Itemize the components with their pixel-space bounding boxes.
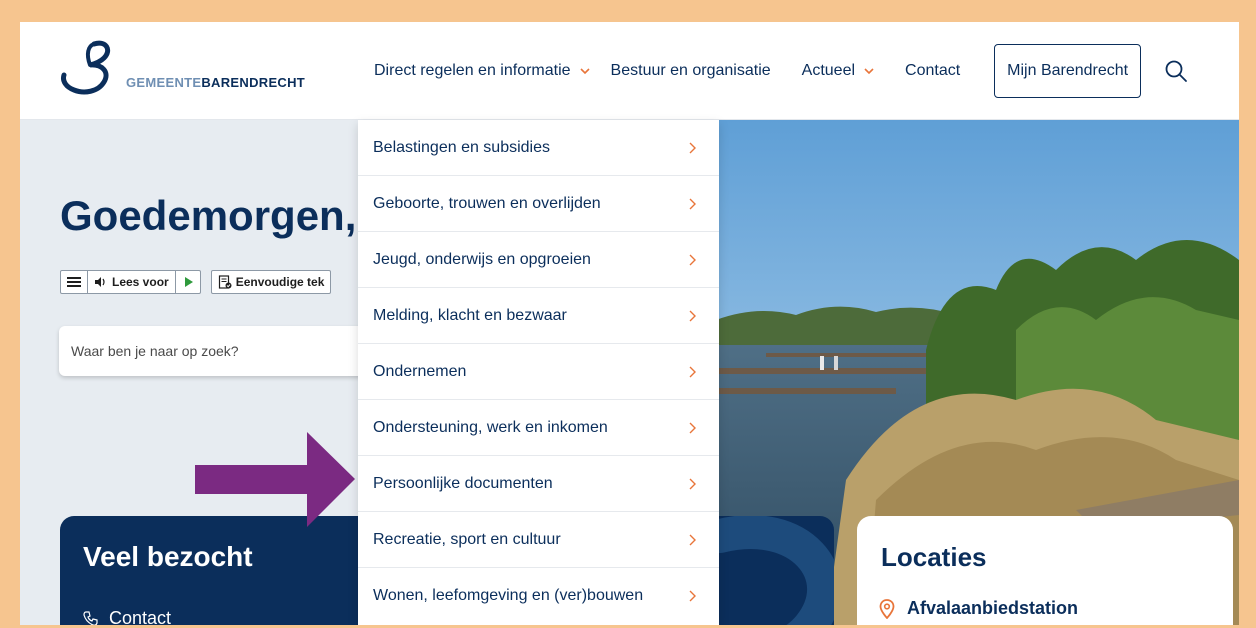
nav-bestuur-label: Bestuur en organisatie bbox=[610, 62, 771, 79]
chevron-right-icon bbox=[689, 590, 696, 602]
browser-viewport: GEMEENTEBARENDRECHT Direct regelen en in… bbox=[20, 22, 1239, 625]
chevron-right-icon bbox=[689, 310, 696, 322]
site-logo[interactable]: GEMEENTEBARENDRECHT bbox=[60, 40, 305, 100]
nav-direct-regelen[interactable]: Direct regelen en informatie bbox=[374, 62, 591, 80]
chevron-right-icon bbox=[689, 142, 696, 154]
mijn-barendrecht-button[interactable]: Mijn Barendrecht bbox=[994, 44, 1142, 98]
dropdown-item-label: Geboorte, trouwen en overlijden bbox=[373, 194, 601, 212]
readspeaker-simple-text-group: Eenvoudige tek bbox=[210, 270, 332, 294]
dropdown-item-geboorte[interactable]: Geboorte, trouwen en overlijden bbox=[358, 176, 719, 232]
simple-text-button[interactable]: Eenvoudige tek bbox=[212, 271, 331, 293]
direct-regelen-dropdown: Belastingen en subsidies Geboorte, trouw… bbox=[358, 120, 719, 625]
simple-text-label: Eenvoudige tek bbox=[235, 275, 325, 289]
dropdown-item-label: Belastingen en subsidies bbox=[373, 138, 551, 156]
search-box bbox=[59, 326, 389, 376]
dropdown-item-label: Recreatie, sport en cultuur bbox=[373, 530, 561, 548]
dropdown-item-belastingen[interactable]: Belastingen en subsidies bbox=[358, 120, 719, 176]
dropdown-item-label: Persoonlijke documenten bbox=[373, 474, 553, 492]
chevron-down-icon bbox=[864, 68, 874, 75]
nav-contact-label: Contact bbox=[905, 62, 961, 79]
greeting-heading: Goedemorgen, bbox=[60, 192, 357, 239]
readspeaker-listen-button[interactable]: Lees voor bbox=[88, 271, 176, 293]
readspeaker-menu-button[interactable] bbox=[61, 271, 88, 293]
chevron-right-icon bbox=[689, 254, 696, 266]
chevron-right-icon bbox=[689, 422, 696, 434]
readspeaker-listen-group: Lees voor bbox=[60, 270, 201, 294]
readspeaker-listen-label: Lees voor bbox=[112, 275, 169, 289]
readspeaker-toolbar: Lees voor Eenvoudige tek bbox=[60, 270, 332, 294]
dropdown-item-recreatie[interactable]: Recreatie, sport en cultuur bbox=[358, 512, 719, 568]
chevron-right-icon bbox=[689, 534, 696, 546]
speaker-icon bbox=[95, 277, 105, 287]
chevron-right-icon bbox=[689, 366, 696, 378]
veel-bezocht-title: Veel bezocht bbox=[83, 541, 253, 572]
chevron-right-icon bbox=[689, 478, 696, 490]
locaties-card: Locaties Afvalaanbiedstation bbox=[857, 516, 1233, 625]
document-check-icon bbox=[218, 275, 232, 289]
annotation-arrow-icon bbox=[195, 432, 355, 527]
nav-actueel-label: Actueel bbox=[801, 62, 856, 79]
nav-actueel[interactable]: Actueel bbox=[802, 62, 875, 80]
phone-icon bbox=[83, 610, 98, 625]
chevron-right-icon bbox=[689, 198, 696, 210]
dropdown-item-label: Jeugd, onderwijs en opgroeien bbox=[373, 250, 591, 268]
search-input[interactable] bbox=[71, 340, 371, 362]
dropdown-item-jeugd[interactable]: Jeugd, onderwijs en opgroeien bbox=[358, 232, 719, 288]
main-navigation: Direct regelen en informatie Bestuur en … bbox=[374, 22, 1191, 120]
veel-bezocht-item-label: Contact bbox=[109, 608, 172, 625]
veel-bezocht-item[interactable]: Contact bbox=[83, 608, 171, 625]
locatie-item[interactable]: Afvalaanbiedstation bbox=[879, 598, 1078, 619]
search-icon bbox=[1165, 60, 1188, 82]
search-button[interactable] bbox=[1161, 56, 1191, 86]
nav-bestuur[interactable]: Bestuur en organisatie bbox=[611, 62, 771, 80]
readspeaker-play-button[interactable] bbox=[176, 271, 200, 293]
site-header: GEMEENTEBARENDRECHT Direct regelen en in… bbox=[20, 22, 1239, 120]
logo-wordmark: GEMEENTEBARENDRECHT bbox=[126, 75, 306, 90]
hamburger-menu-icon bbox=[67, 277, 81, 287]
dropdown-item-label: Wonen, leefomgeving en (ver)bouwen bbox=[373, 587, 644, 604]
dropdown-item-label: Ondersteuning, werk en inkomen bbox=[373, 418, 608, 436]
locaties-title: Locaties bbox=[881, 542, 987, 572]
barendrecht-logo-mark bbox=[61, 40, 111, 95]
dropdown-item-ondersteuning[interactable]: Ondersteuning, werk en inkomen bbox=[358, 400, 719, 456]
nav-contact[interactable]: Contact bbox=[905, 62, 960, 80]
nav-direct-regelen-label: Direct regelen en informatie bbox=[374, 62, 571, 79]
dropdown-item-ondernemen[interactable]: Ondernemen bbox=[358, 344, 719, 400]
locatie-item-label: Afvalaanbiedstation bbox=[907, 598, 1079, 618]
dropdown-item-label: Ondernemen bbox=[373, 362, 467, 380]
dropdown-item-melding[interactable]: Melding, klacht en bezwaar bbox=[358, 288, 719, 344]
location-pin-icon bbox=[879, 598, 895, 619]
dropdown-item-label: Melding, klacht en bezwaar bbox=[373, 306, 567, 324]
play-icon bbox=[184, 277, 193, 287]
chevron-down-icon bbox=[579, 68, 590, 75]
dropdown-item-persoonlijke-documenten[interactable]: Persoonlijke documenten bbox=[358, 456, 719, 512]
dropdown-item-wonen[interactable]: Wonen, leefomgeving en (ver)bouwen bbox=[358, 568, 719, 624]
